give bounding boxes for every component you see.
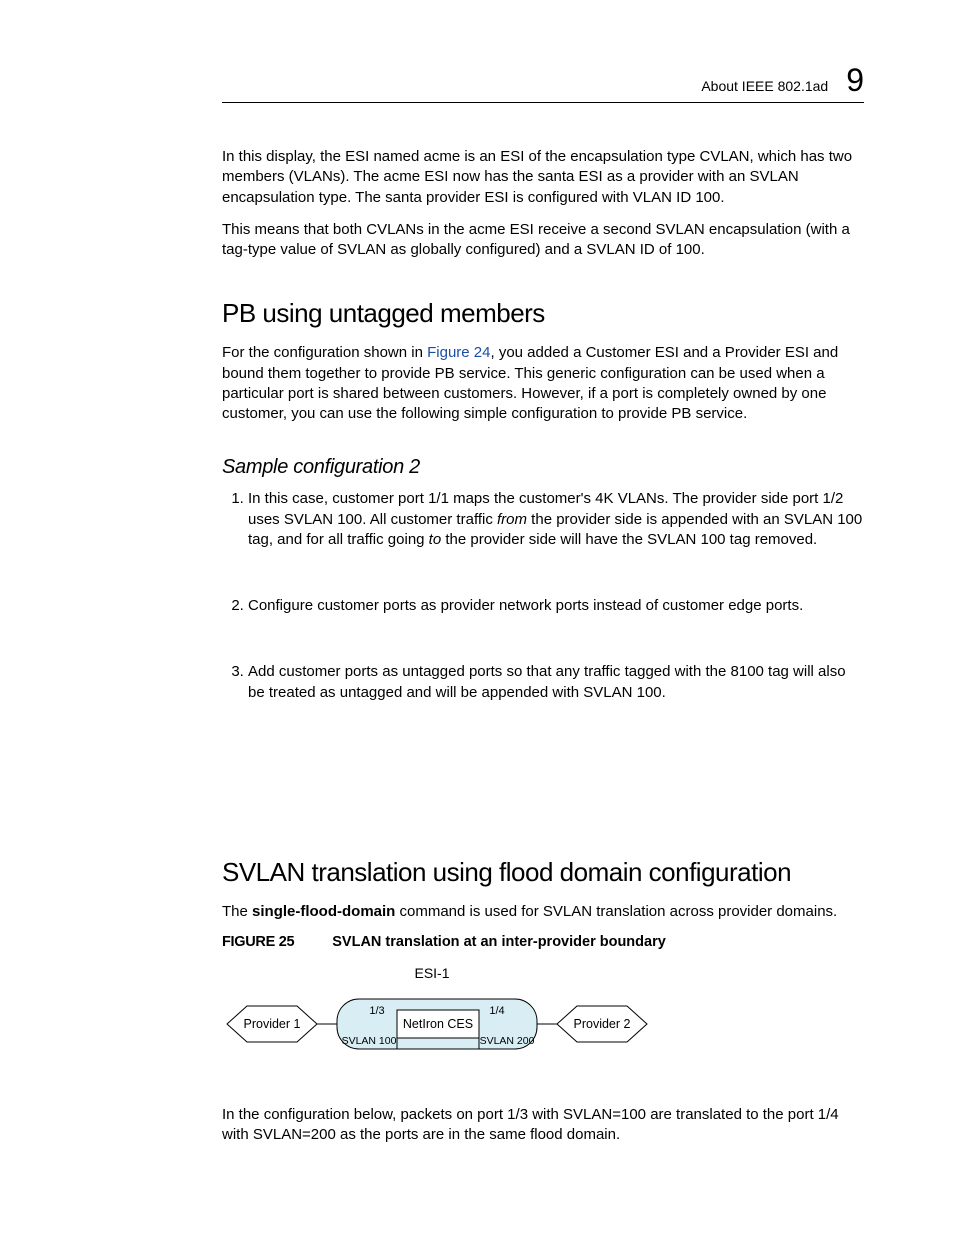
text-fragment: command is used for SVLAN translation ac… <box>395 903 837 920</box>
steps-list: In this case, customer port 1/1 maps the… <box>222 489 864 703</box>
chapter-number: 9 <box>846 64 864 96</box>
text-fragment: For the configuration shown in <box>222 344 427 361</box>
figure-label-row: FIGURE 25 SVLAN translation at an inter-… <box>222 934 864 950</box>
right-hex-label: Provider 2 <box>574 1017 631 1031</box>
section1-paragraph: For the configuration shown in Figure 24… <box>222 343 864 424</box>
figure-link[interactable]: Figure 24 <box>427 344 490 361</box>
spacer <box>222 749 864 819</box>
section-heading-pb: PB using untagged members <box>222 298 864 329</box>
right-svlan-label: SVLAN 200 <box>480 1035 535 1047</box>
intro-paragraph-2: This means that both CVLANs in the acme … <box>222 220 864 261</box>
center-box-label: NetIron CES <box>403 1017 473 1031</box>
step-item: Configure customer ports as provider net… <box>248 596 864 616</box>
breadcrumb: About IEEE 802.1ad <box>701 78 828 94</box>
emphasis-from: from <box>497 511 527 528</box>
emphasis-to: to <box>429 531 442 548</box>
figure-caption: SVLAN translation at an inter-provider b… <box>332 934 666 950</box>
section2-intro: The single-flood-domain command is used … <box>222 902 864 922</box>
left-port-label: 1/3 <box>369 1005 384 1017</box>
svlan-diagram-svg: ESI-1 Provider 1 NetIron CES 1/3 SVLAN 1… <box>222 964 682 1074</box>
section-heading-svlan: SVLAN translation using flood domain con… <box>222 857 864 888</box>
intro-paragraph-1: In this display, the ESI named acme is a… <box>222 147 864 208</box>
page: About IEEE 802.1ad 9 In this display, th… <box>0 0 954 1235</box>
right-port-label: 1/4 <box>489 1005 504 1017</box>
page-header: About IEEE 802.1ad 9 <box>222 64 864 103</box>
left-hex-label: Provider 1 <box>244 1017 301 1031</box>
text-fragment: the provider side will have the SVLAN 10… <box>441 531 817 548</box>
step-item: Add customer ports as untagged ports so … <box>248 662 864 703</box>
diagram-top-label: ESI-1 <box>414 965 449 981</box>
subsection-heading-sample-config: Sample configuration 2 <box>222 456 864 479</box>
figure-number: FIGURE 25 <box>222 934 294 950</box>
step-item: In this case, customer port 1/1 maps the… <box>248 489 864 550</box>
section2-outro: In the configuration below, packets on p… <box>222 1105 864 1146</box>
left-svlan-label: SVLAN 100 <box>342 1035 397 1047</box>
figure-diagram: ESI-1 Provider 1 NetIron CES 1/3 SVLAN 1… <box>222 964 864 1079</box>
text-fragment: The <box>222 903 252 920</box>
command-name: single-flood-domain <box>252 903 395 920</box>
